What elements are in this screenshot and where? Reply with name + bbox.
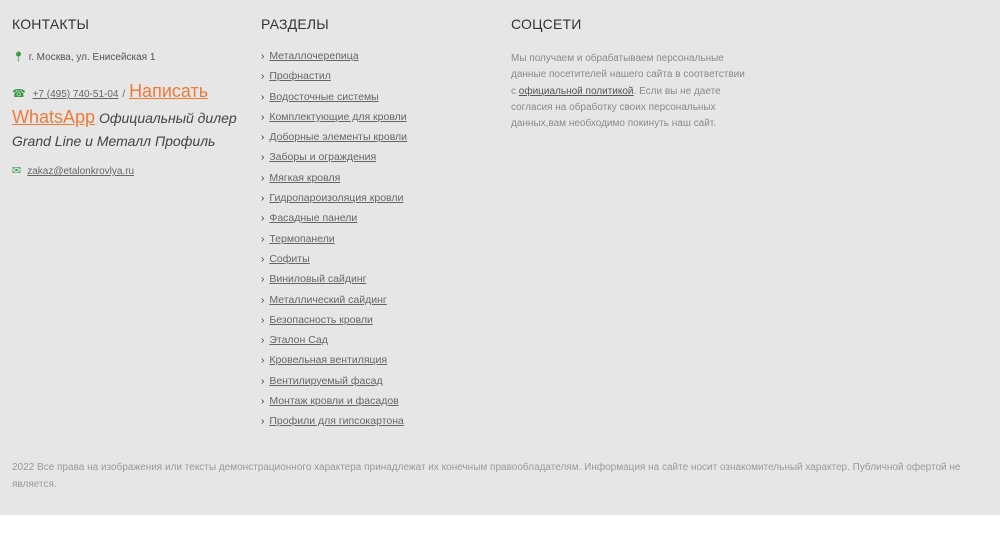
contacts-heading: КОНТАКТЫ bbox=[12, 16, 90, 32]
chevron-right-icon: › bbox=[261, 51, 265, 62]
menu-item-label[interactable]: Термопанели bbox=[269, 233, 334, 245]
email: ✉︎ zakaz@etalonkrovlya.ru bbox=[12, 164, 134, 177]
menu-item[interactable]: › Кровельная вентиляция bbox=[261, 354, 407, 374]
email-link[interactable]: zakaz@etalonkrovlya.ru bbox=[27, 166, 134, 177]
menu-item[interactable]: › Софиты bbox=[261, 253, 407, 273]
menu-item-label[interactable]: Монтаж кровли и фасадов bbox=[269, 395, 398, 407]
menu-item-label[interactable]: Водосточные системы bbox=[269, 91, 378, 103]
menu-item-label[interactable]: Софиты bbox=[269, 253, 309, 265]
menu-item[interactable]: › Монтаж кровли и фасадов bbox=[261, 395, 407, 415]
sections-heading: РАЗДЕЛЫ bbox=[261, 16, 329, 32]
menu-item[interactable]: › Безопасность кровли bbox=[261, 314, 407, 334]
menu-item-label[interactable]: Мягкая кровля bbox=[269, 172, 340, 184]
menu-item-label[interactable]: Профили для гипсокартона bbox=[269, 415, 404, 427]
chevron-right-icon: › bbox=[261, 355, 265, 367]
menu-item[interactable]: › Виниловый сайдинг bbox=[261, 273, 407, 293]
phone-icon: ☎︎ bbox=[12, 88, 26, 100]
chevron-right-icon: › bbox=[261, 396, 265, 408]
menu-item[interactable]: › Заборы и ограждения bbox=[261, 151, 407, 171]
chevron-right-icon: › bbox=[261, 132, 265, 144]
menu-item[interactable]: › Фасадные панели bbox=[261, 212, 407, 232]
chevron-right-icon: › bbox=[261, 71, 265, 83]
chevron-right-icon: › bbox=[261, 314, 265, 326]
menu-item[interactable]: › Металлочерепица bbox=[261, 50, 407, 70]
chevron-right-icon: › bbox=[261, 152, 265, 164]
address: 📍︎ г. Москва, ул. Енисейская 1 bbox=[12, 52, 155, 63]
copyright-text: 2022 Все права на изображения или тексты… bbox=[12, 462, 961, 490]
privacy-notice: Мы получаем и обрабатываем персональные … bbox=[511, 51, 746, 132]
menu-item[interactable]: › Вентилируемый фасад bbox=[261, 375, 407, 395]
menu-item-label[interactable]: Комплектующие для кровли bbox=[269, 111, 406, 123]
phone-link[interactable]: +7 (495) 740-51-04 bbox=[33, 89, 119, 100]
chevron-right-icon: › bbox=[261, 233, 265, 245]
chevron-right-icon: › bbox=[261, 274, 265, 286]
menu-item[interactable]: › Водосточные системы bbox=[261, 91, 407, 111]
menu-item-label[interactable]: Безопасность кровли bbox=[269, 314, 373, 326]
menu-item-label[interactable]: Металлочерепица bbox=[269, 50, 358, 62]
chevron-right-icon: › bbox=[261, 213, 265, 225]
mail-icon: ✉︎ bbox=[12, 165, 22, 177]
menu-item[interactable]: › Доборные элементы кровли bbox=[261, 131, 407, 151]
chevron-right-icon: › bbox=[261, 193, 265, 205]
chevron-right-icon: › bbox=[261, 294, 265, 306]
sections-menu: › Металлочерепица › Профнастил › Водосточны… bbox=[261, 50, 407, 436]
menu-item-label[interactable]: Металлический сайдинг bbox=[269, 294, 386, 306]
chevron-right-icon: › bbox=[261, 253, 265, 265]
menu-item-label[interactable]: Фасадные панели bbox=[269, 212, 357, 224]
menu-item[interactable]: › Термопанели bbox=[261, 233, 407, 253]
menu-item[interactable]: › Комплектующие для кровли bbox=[261, 111, 407, 131]
menu-item-label[interactable]: Гидропароизоляция кровли bbox=[269, 192, 403, 204]
menu-item-label[interactable]: Вентилируемый фасад bbox=[269, 375, 382, 387]
social-heading: СОЦСЕТИ bbox=[511, 16, 582, 32]
menu-item[interactable]: › Профнастил bbox=[261, 70, 407, 90]
menu-item-label[interactable]: Доборные элементы кровли bbox=[269, 131, 407, 143]
phone-separator: / bbox=[122, 89, 126, 100]
menu-item[interactable]: › Профили для гипсокартона bbox=[261, 415, 407, 435]
menu-item-label[interactable]: Виниловый сайдинг bbox=[269, 273, 366, 285]
chevron-right-icon: › bbox=[261, 91, 265, 103]
chevron-right-icon: › bbox=[261, 375, 265, 387]
chevron-right-icon: › bbox=[261, 416, 265, 428]
menu-item[interactable]: › Гидропароизоляция кровли bbox=[261, 192, 407, 212]
chevron-right-icon: › bbox=[261, 172, 265, 184]
site-footer: КОНТАКТЫ 📍︎ г. Москва, ул. Енисейская 1 ☎… bbox=[0, 0, 1000, 515]
menu-item[interactable]: › Металлический сайдинг bbox=[261, 294, 407, 314]
map-pin-icon: 📍︎ bbox=[12, 52, 25, 63]
menu-item[interactable]: › Эталон Сад bbox=[261, 334, 407, 354]
menu-item-label[interactable]: Профнастил bbox=[269, 70, 331, 82]
menu-item-label[interactable]: Эталон Сад bbox=[269, 334, 328, 346]
menu-item[interactable]: › Мягкая кровля bbox=[261, 172, 407, 192]
menu-item-label[interactable]: Заборы и ограждения bbox=[269, 151, 376, 163]
chevron-right-icon: › bbox=[261, 111, 265, 123]
phone-block: ☎︎ +7 (495) 740-51-04 / Написать WhatsAp… bbox=[12, 80, 240, 153]
menu-item-label[interactable]: Кровельная вентиляция bbox=[269, 354, 387, 366]
privacy-policy-link[interactable]: официальной политикой bbox=[519, 86, 634, 97]
address-text: г. Москва, ул. Енисейская 1 bbox=[28, 52, 156, 63]
chevron-right-icon: › bbox=[261, 335, 265, 347]
